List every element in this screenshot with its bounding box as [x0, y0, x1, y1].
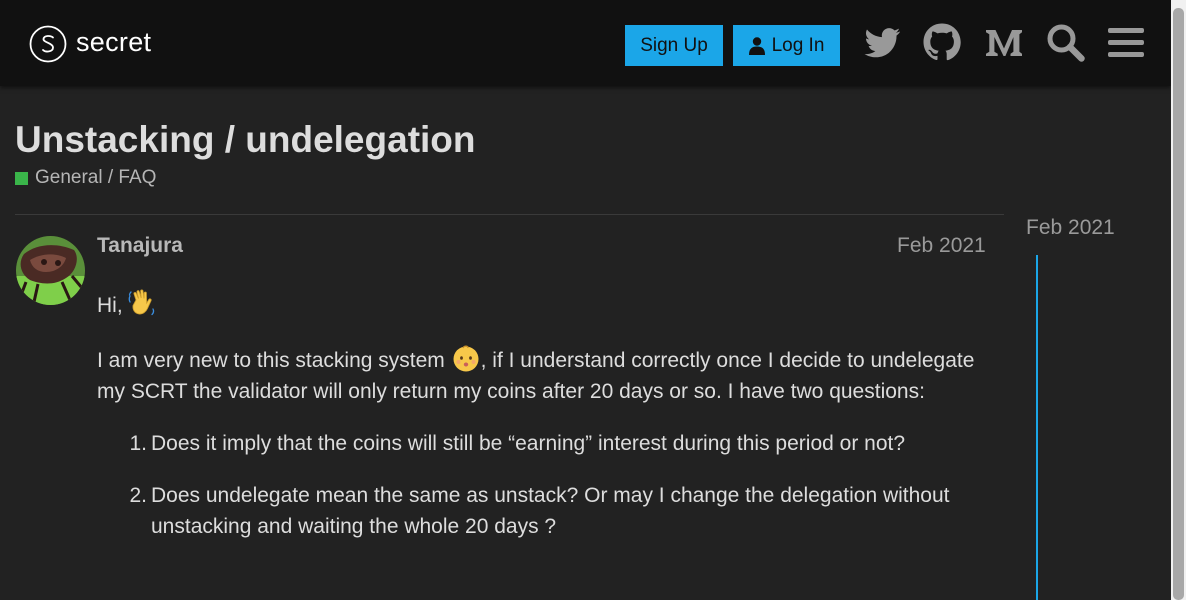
page-scrollbar[interactable] [1171, 0, 1186, 600]
list-item: 1. Does it imply that the coins will sti… [97, 428, 992, 459]
title-divider [15, 214, 1004, 215]
avatar[interactable] [16, 236, 85, 305]
timeline-scroll-bar[interactable] [1036, 255, 1038, 600]
post-date[interactable]: Feb 2021 [897, 234, 986, 258]
list-item-text: Does it imply that the coins will still … [151, 432, 906, 456]
list-item-number: 2. [129, 484, 147, 508]
baby-face-emoji-icon [451, 343, 481, 373]
medium-icon[interactable] [984, 22, 1024, 62]
user-icon [748, 36, 765, 55]
question-list: 1. Does it imply that the coins will sti… [97, 428, 992, 542]
list-item: 2. Does undelegate mean the same as unst… [97, 480, 992, 542]
paragraph-text-start: I am very new to this stacking system [97, 349, 451, 372]
greeting-text: Hi, [97, 294, 123, 317]
search-icon[interactable] [1045, 22, 1085, 62]
scrollbar-thumb[interactable] [1173, 8, 1184, 600]
category-label: General / FAQ [35, 167, 157, 188]
logo-text: secret [76, 26, 152, 57]
category-badge[interactable]: General / FAQ [15, 167, 156, 189]
post-paragraph: I am very new to this stacking system , … [97, 345, 992, 407]
post-greeting: Hi, [97, 288, 992, 321]
post-body: Hi, I am very new to this stacking syste… [97, 288, 992, 563]
topic-title[interactable]: Unstacking / undelegation [15, 119, 476, 161]
list-item-number: 1. [129, 432, 147, 456]
github-icon[interactable] [922, 22, 962, 62]
waving-hand-emoji-icon [127, 288, 157, 318]
post-username[interactable]: Tanajura [97, 234, 183, 258]
hamburger-menu-icon[interactable] [1106, 22, 1146, 62]
log-in-button[interactable]: Log In [733, 25, 840, 66]
sign-up-button[interactable]: Sign Up [625, 25, 723, 66]
list-item-text: Does undelegate mean the same as unstack… [151, 484, 950, 539]
timeline-start-date[interactable]: Feb 2021 [1026, 216, 1115, 240]
secret-logo-icon [29, 25, 67, 63]
site-header: secret Sign Up Log In [0, 0, 1171, 86]
category-color-swatch [15, 171, 28, 185]
log-in-label: Log In [771, 34, 825, 56]
site-logo[interactable]: secret [29, 25, 151, 63]
twitter-icon[interactable] [862, 22, 902, 62]
